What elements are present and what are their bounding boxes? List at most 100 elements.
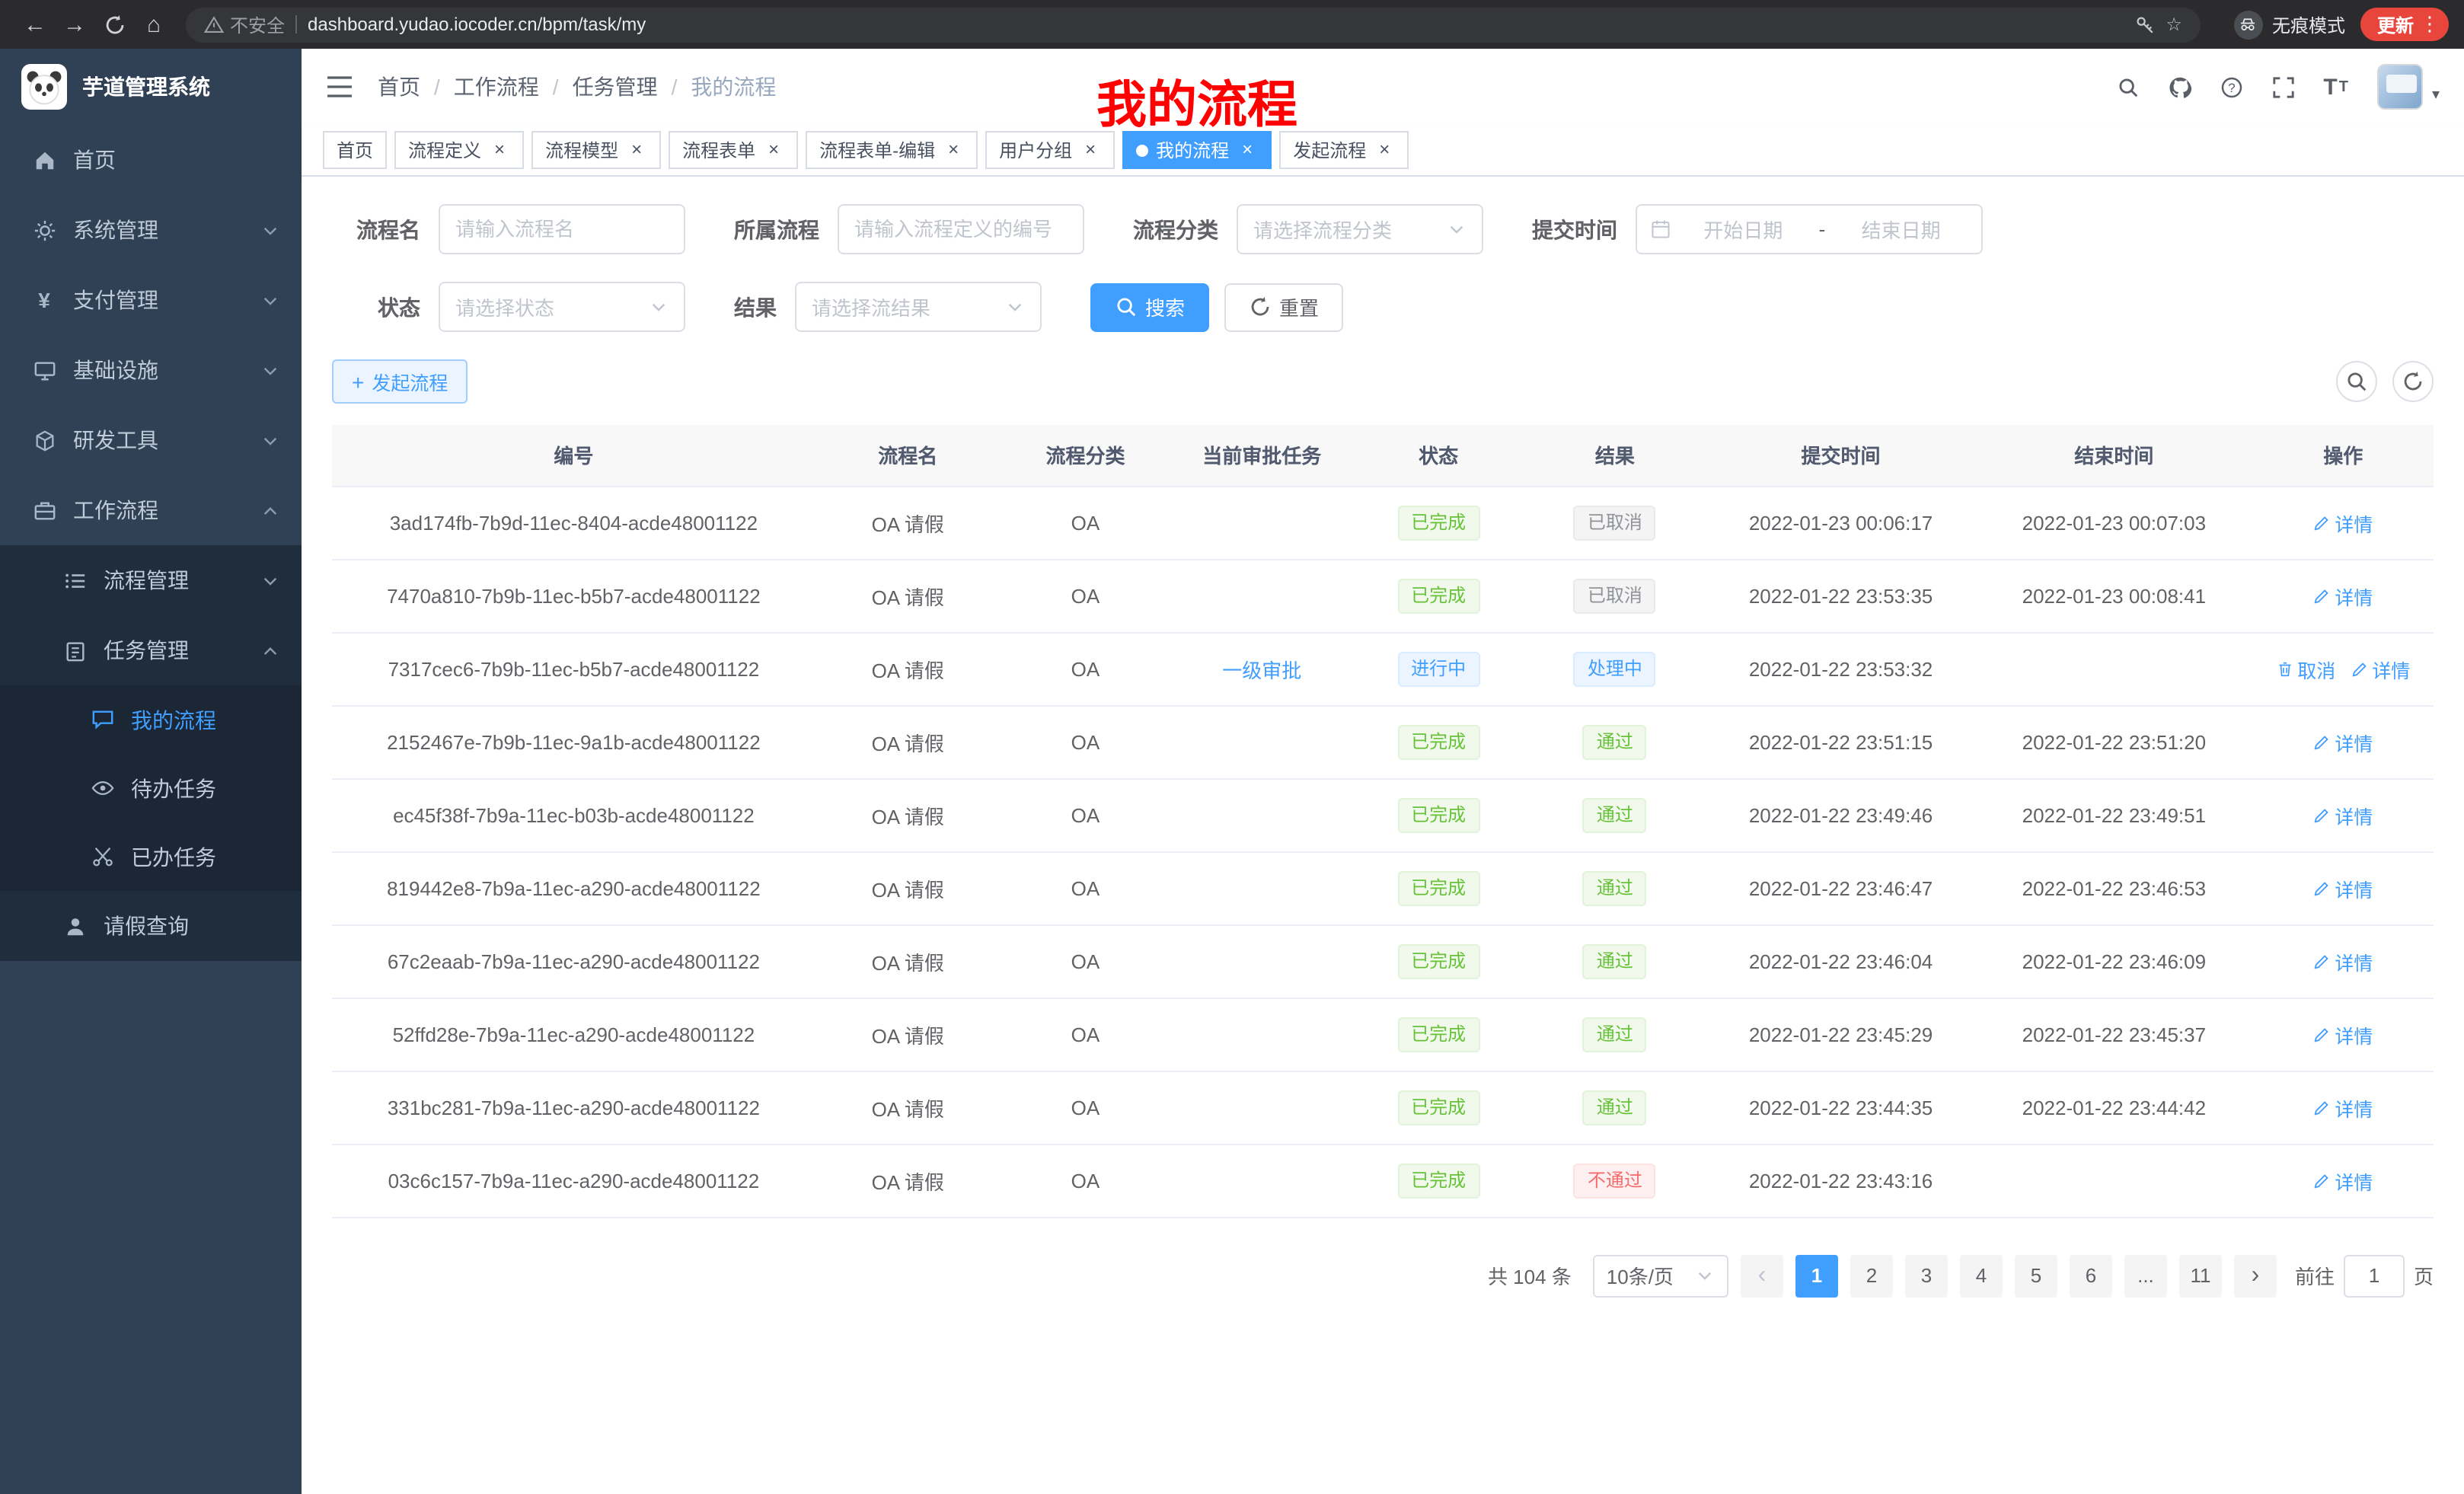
github-icon[interactable] — [2168, 75, 2191, 98]
sidebar-item-label: 支付管理 — [73, 285, 259, 315]
sidebar-item-devtools[interactable]: 研发工具 — [0, 405, 302, 475]
reset-button[interactable]: 重置 — [1224, 283, 1343, 331]
breadcrumb-item[interactable]: 工作流程 — [454, 72, 539, 102]
page-button-5[interactable]: 5 — [2015, 1254, 2057, 1297]
browser-update-button[interactable]: 更新 ⋮ — [2360, 8, 2449, 41]
browser-back-icon[interactable]: ← — [15, 5, 55, 44]
browser-forward-icon[interactable]: → — [55, 5, 94, 44]
sidebar-item-home[interactable]: 首页 — [0, 125, 302, 195]
sidebar-item-leave-query[interactable]: 请假查询 — [0, 891, 302, 961]
key-icon[interactable] — [2135, 14, 2155, 34]
refresh-table-button[interactable] — [2392, 361, 2434, 402]
fontsize-icon[interactable]: TT — [2323, 74, 2348, 100]
address-bar[interactable]: 不安全 dashboard.yudao.iocoder.cn/bpm/task/… — [186, 7, 2201, 42]
tab-4[interactable]: 流程表单-编辑× — [806, 131, 978, 169]
page-button-2[interactable]: 2 — [1850, 1254, 1893, 1297]
process-name-input-field[interactable] — [455, 218, 669, 241]
parent-process-input[interactable] — [838, 204, 1084, 254]
page-button-1[interactable]: 1 — [1795, 1254, 1838, 1297]
detail-link[interactable]: 详情 — [2313, 1020, 2373, 1049]
incognito-badge[interactable]: 无痕模式 — [2234, 10, 2345, 39]
category-select[interactable]: 请选择流程分类 — [1237, 204, 1483, 254]
page-button-3[interactable]: 3 — [1905, 1254, 1948, 1297]
user-menu[interactable]: ▾ — [2377, 64, 2440, 110]
close-icon[interactable]: × — [943, 139, 964, 161]
detail-link[interactable]: 详情 — [2351, 654, 2410, 683]
more-pages-button[interactable]: ... — [2124, 1254, 2167, 1297]
tab-5[interactable]: 用户分组× — [985, 131, 1115, 169]
cell-current-task — [1170, 1144, 1353, 1217]
parent-process-input-field[interactable] — [854, 218, 1068, 241]
sidebar-item-system[interactable]: 系统管理 — [0, 195, 302, 265]
close-icon[interactable]: × — [1080, 139, 1101, 161]
detail-link[interactable]: 详情 — [2313, 947, 2373, 975]
page-button-6[interactable]: 6 — [2070, 1254, 2112, 1297]
close-icon[interactable]: × — [626, 139, 647, 161]
avatar[interactable] — [2377, 64, 2423, 110]
breadcrumb-item[interactable]: 首页 — [378, 72, 420, 102]
status-badge: 已完成 — [1397, 724, 1479, 759]
submit-time-range-picker[interactable]: 开始日期 - 结束日期 — [1636, 204, 1983, 254]
close-icon[interactable]: × — [763, 139, 784, 161]
fullscreen-icon[interactable] — [2271, 75, 2294, 98]
detail-link[interactable]: 详情 — [2313, 1093, 2373, 1122]
status-badge: 已完成 — [1397, 1017, 1479, 1052]
tab-label: 发起流程 — [1293, 137, 1366, 163]
page-button-11[interactable]: 11 — [2179, 1254, 2222, 1297]
tab-0[interactable]: 首页 — [323, 131, 387, 169]
jump-page-input[interactable] — [2344, 1254, 2405, 1297]
tab-7[interactable]: 发起流程 × — [1279, 131, 1409, 169]
detail-link[interactable]: 详情 — [2313, 727, 2373, 756]
sidebar-item-task-mgmt[interactable]: 任务管理 — [0, 615, 302, 685]
browser-home-icon[interactable]: ⌂ — [134, 5, 174, 44]
browser-menu-icon[interactable]: ⋮ — [2420, 12, 2440, 37]
next-page-button[interactable]: › — [2234, 1254, 2277, 1297]
sidebar-item-todo-tasks[interactable]: 待办任务 — [0, 754, 302, 822]
sidebar-item-workflow[interactable]: 工作流程 — [0, 475, 302, 545]
tab-3[interactable]: 流程表单× — [669, 131, 798, 169]
detail-link[interactable]: 详情 — [2313, 873, 2373, 902]
page-size-select[interactable]: 10条/页 — [1593, 1254, 1728, 1297]
close-icon[interactable]: × — [1374, 139, 1395, 161]
sidebar-item-process-mgmt[interactable]: 流程管理 — [0, 545, 302, 615]
search-icon[interactable] — [2116, 75, 2139, 98]
sidebar-item-done-tasks[interactable]: 已办任务 — [0, 822, 302, 891]
tab-2[interactable]: 流程模型× — [531, 131, 661, 169]
status-badge: 已完成 — [1397, 797, 1479, 832]
date-end-placeholder: 结束日期 — [1834, 215, 1968, 244]
prev-page-button[interactable]: ‹ — [1741, 1254, 1783, 1297]
incognito-icon — [2234, 10, 2263, 39]
page-button-4[interactable]: 4 — [1960, 1254, 2003, 1297]
result-select[interactable]: 请选择流结果 — [795, 282, 1042, 332]
detail-link[interactable]: 详情 — [2313, 581, 2373, 610]
result-badge: 通过 — [1583, 943, 1647, 978]
tab-1[interactable]: 流程定义× — [394, 131, 524, 169]
close-icon[interactable]: × — [1237, 139, 1258, 161]
close-icon[interactable]: × — [489, 139, 510, 161]
detail-link[interactable]: 详情 — [2313, 800, 2373, 829]
cell-end-time: 2022-01-22 23:51:20 — [1975, 705, 2252, 778]
create-process-button[interactable]: + 发起流程 — [332, 359, 468, 404]
sidebar-item-payment[interactable]: ¥支付管理 — [0, 265, 302, 335]
help-icon[interactable]: ? — [2220, 75, 2242, 98]
sidebar-item-my-process[interactable]: 我的流程 — [0, 685, 302, 754]
browser-reload-icon[interactable] — [94, 5, 134, 44]
toggle-search-button[interactable] — [2336, 361, 2377, 402]
process-name-input[interactable] — [439, 204, 685, 254]
detail-link[interactable]: 详情 — [2313, 508, 2373, 537]
cell-end-time: 2022-01-22 23:45:37 — [1975, 998, 2252, 1071]
sidebar-toggle-icon[interactable] — [326, 76, 353, 97]
tab-6[interactable]: 我的流程× — [1122, 131, 1272, 169]
cell-process-name: OA 请假 — [815, 851, 1001, 924]
bookmark-star-icon[interactable]: ☆ — [2166, 14, 2182, 35]
sidebar-menu: 首页系统管理¥支付管理基础设施研发工具工作流程流程管理任务管理我的流程待办任务已… — [0, 125, 302, 961]
search-button[interactable]: 搜索 — [1090, 283, 1209, 331]
sidebar-item-infra[interactable]: 基础设施 — [0, 335, 302, 405]
breadcrumb-item[interactable]: 任务管理 — [573, 72, 658, 102]
status-select[interactable]: 请选择状态 — [439, 282, 685, 332]
detail-link[interactable]: 详情 — [2313, 1166, 2373, 1195]
app-logo[interactable]: 芋道管理系统 — [0, 49, 302, 125]
chevron-down-icon — [259, 430, 280, 450]
cancel-link[interactable]: 取消 — [2276, 654, 2335, 683]
current-task-link[interactable]: 一级审批 — [1222, 659, 1301, 682]
